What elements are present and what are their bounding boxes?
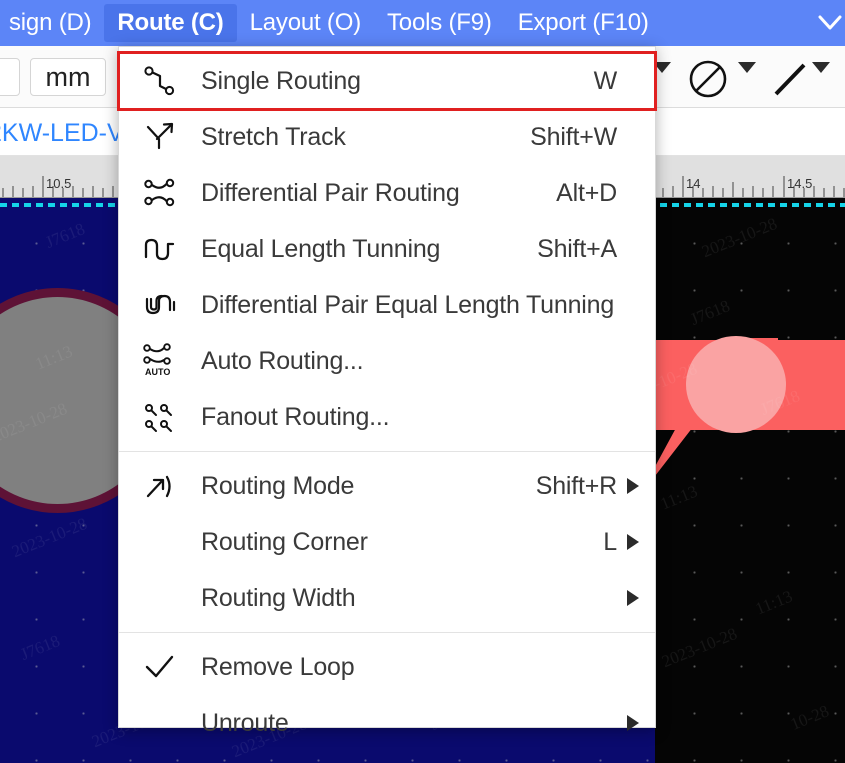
single-routing-icon [137,60,183,102]
menu-item-label: Routing Mode [201,471,355,500]
unit-selector[interactable]: mm [30,58,106,96]
menubar-item-design[interactable]: sign (D) [0,4,104,42]
menu-item-shortcut: Shift+A [537,234,617,263]
menu-item-label: Routing Corner [201,527,368,556]
menubar-item-label: Route (C) [117,9,224,36]
menubar-item-export[interactable]: Export (F10) [505,4,662,42]
route-menu-dropdown: Single Routing W Stretch Track Shift+W D… [117,46,657,737]
menu-item-label: Auto Routing... [201,346,364,375]
menu-item-label: Routing Width [201,583,356,612]
menu-item-label: Fanout Routing... [201,402,390,431]
menubar-item-label: Layout (O) [249,9,362,36]
menubar-item-label: Tools (F9) [387,9,492,36]
pad-round[interactable] [686,336,786,433]
menubar-item-label: Export (F10) [517,9,649,36]
routing-width-icon-placeholder [137,577,183,619]
menubar-item-label: sign (D) [9,9,92,36]
no-entry-icon[interactable] [687,58,729,100]
unroute-icon-placeholder [137,702,183,744]
menu-item-label: Differential Pair Equal Length Tunning [201,290,615,319]
menu-item-differential-pair-equal-length-tunning[interactable]: Differential Pair Equal Length Tunning [119,277,655,333]
check-icon [137,646,183,688]
menubar-item-tools[interactable]: Tools (F9) [374,4,505,42]
svg-text:14.5: 14.5 [787,176,812,191]
application-window: mm 2KW-LED-V 10.5 14 14.5 sign (D) Route… [0,0,845,763]
fanout-routing-icon [137,396,183,438]
caret-down-icon[interactable] [738,62,756,73]
menu-item-differential-pair-routing[interactable]: Differential Pair Routing Alt+D [119,165,655,221]
menu-item-shortcut: Shift+R [535,471,617,500]
equal-length-icon [137,228,183,270]
auto-routing-icon: AUTO [137,340,183,382]
menu-item-stretch-track[interactable]: Stretch Track Shift+W [119,109,655,165]
diagonal-line-icon[interactable] [770,58,810,100]
menu-item-routing-width[interactable]: Routing Width [119,570,655,626]
menu-item-single-routing[interactable]: Single Routing W [117,51,657,111]
menu-item-label: Remove Loop [201,652,355,681]
menubar-item-layout[interactable]: Layout (O) [237,4,374,42]
menu-item-label: Unroute [201,708,289,737]
submenu-arrow-icon [617,534,639,550]
menu-item-label: Differential Pair Routing [201,178,460,207]
menu-item-label: Equal Length Tunning [201,234,441,263]
menu-item-label: Stretch Track [201,122,346,151]
differential-pair-icon [137,172,183,214]
menu-separator [119,451,655,452]
diff-pair-equal-length-icon [137,284,183,326]
toolbar-dropdown[interactable] [0,58,20,96]
menu-item-unroute[interactable]: Unroute [119,695,655,751]
menu-item-remove-loop[interactable]: Remove Loop [119,639,655,695]
tab-active-label[interactable]: 2KW-LED-V [0,119,124,148]
menu-item-equal-length-tunning[interactable]: Equal Length Tunning Shift+A [119,221,655,277]
menu-item-shortcut: W [593,66,618,95]
menu-item-routing-corner[interactable]: Routing Corner L [119,514,655,570]
chevron-down-icon [818,15,842,30]
routing-mode-icon [137,465,183,507]
menu-bar: sign (D) Route (C) Layout (O) Tools (F9)… [0,0,845,46]
svg-text:10.5: 10.5 [46,176,71,191]
menubar-overflow-button[interactable] [817,10,843,36]
submenu-arrow-icon [617,590,639,606]
menu-item-auto-routing[interactable]: AUTO Auto Routing... [119,333,655,389]
menu-item-shortcut: L [603,527,617,556]
submenu-arrow-icon [617,715,639,731]
menu-item-shortcut: Shift+W [530,122,617,151]
menu-item-shortcut: Alt+D [556,178,617,207]
menu-item-fanout-routing[interactable]: Fanout Routing... [119,389,655,445]
svg-text:14: 14 [686,176,700,191]
menu-item-label: Single Routing [201,66,361,95]
menu-separator [119,632,655,633]
menubar-item-route[interactable]: Route (C) [104,4,237,42]
stretch-track-icon [137,116,183,158]
svg-text:AUTO: AUTO [145,367,170,377]
submenu-arrow-icon [617,478,639,494]
caret-down-icon[interactable] [812,62,830,73]
routing-corner-icon-placeholder [137,521,183,563]
menu-item-routing-mode[interactable]: Routing Mode Shift+R [119,458,655,514]
